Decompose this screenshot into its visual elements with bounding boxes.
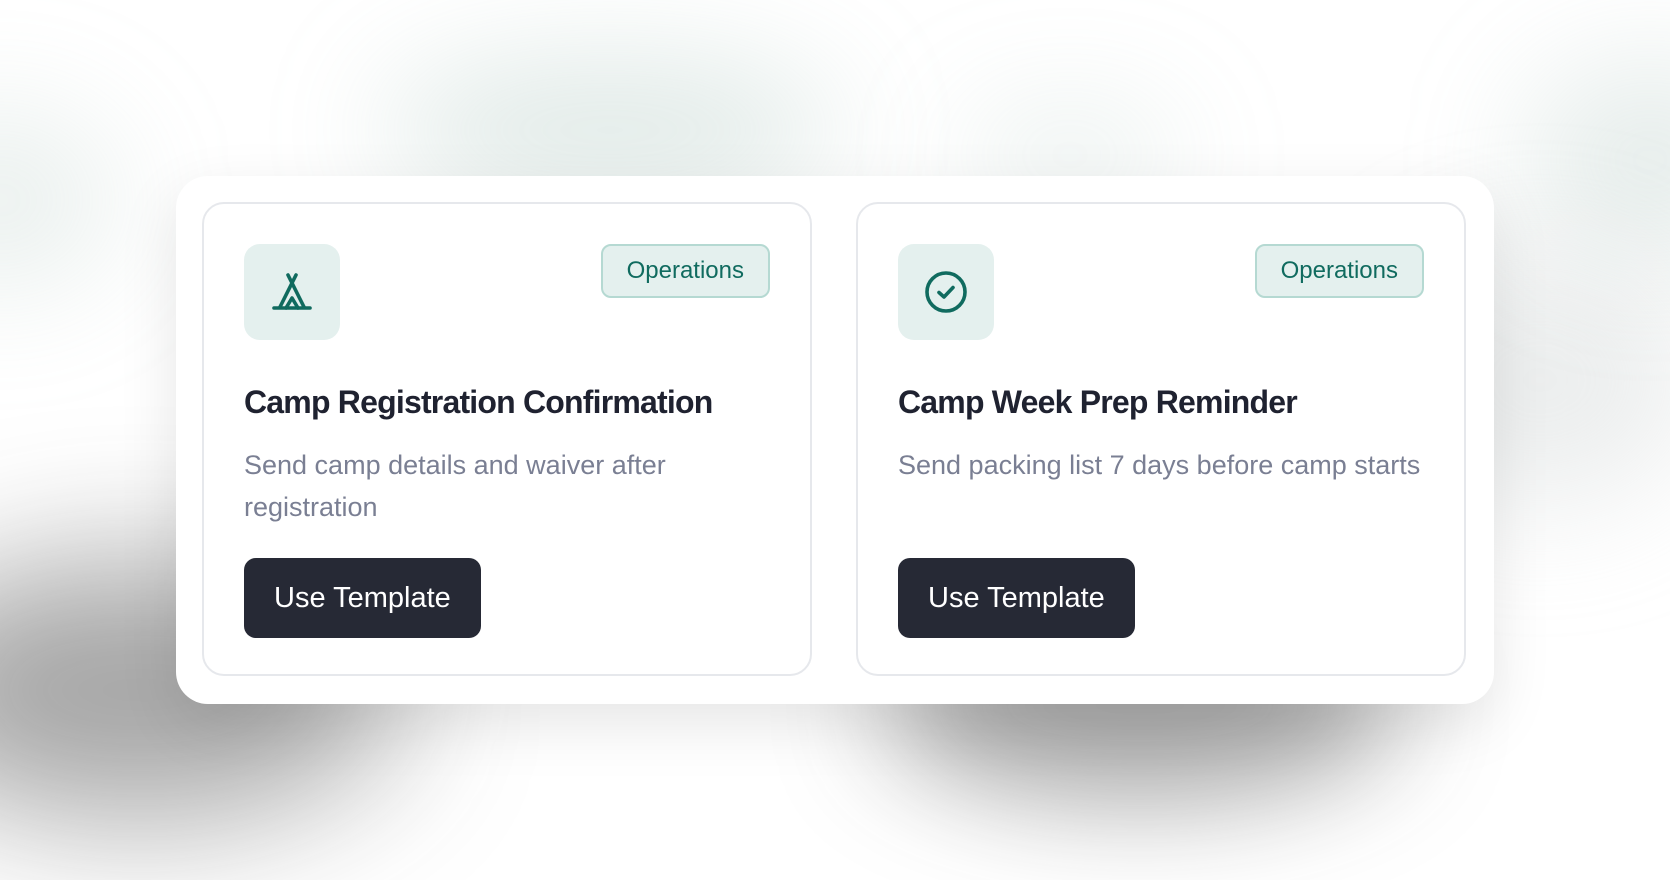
- category-badge: Operations: [1254, 244, 1424, 298]
- template-title: Camp Week Prep Reminder: [898, 384, 1298, 420]
- template-description: Send packing list 7 days before camp sta…: [898, 450, 1421, 480]
- use-template-button[interactable]: Use Template: [244, 558, 481, 638]
- template-card: Operations Camp Registration Confirmatio…: [202, 202, 812, 676]
- templates-panel: Operations Camp Registration Confirmatio…: [176, 176, 1494, 704]
- use-template-button[interactable]: Use Template: [898, 558, 1135, 638]
- tent-icon: [272, 273, 312, 310]
- category-badge: Operations: [600, 244, 770, 298]
- template-title: Camp Registration Confirmation: [244, 384, 713, 420]
- check-circle-icon: [925, 271, 967, 313]
- template-icon-box: [244, 244, 340, 340]
- template-description: Send camp details and waiver after regis…: [244, 450, 666, 522]
- template-card: Operations Camp Week Prep Reminder Send …: [856, 202, 1466, 676]
- template-icon-box: [898, 244, 994, 340]
